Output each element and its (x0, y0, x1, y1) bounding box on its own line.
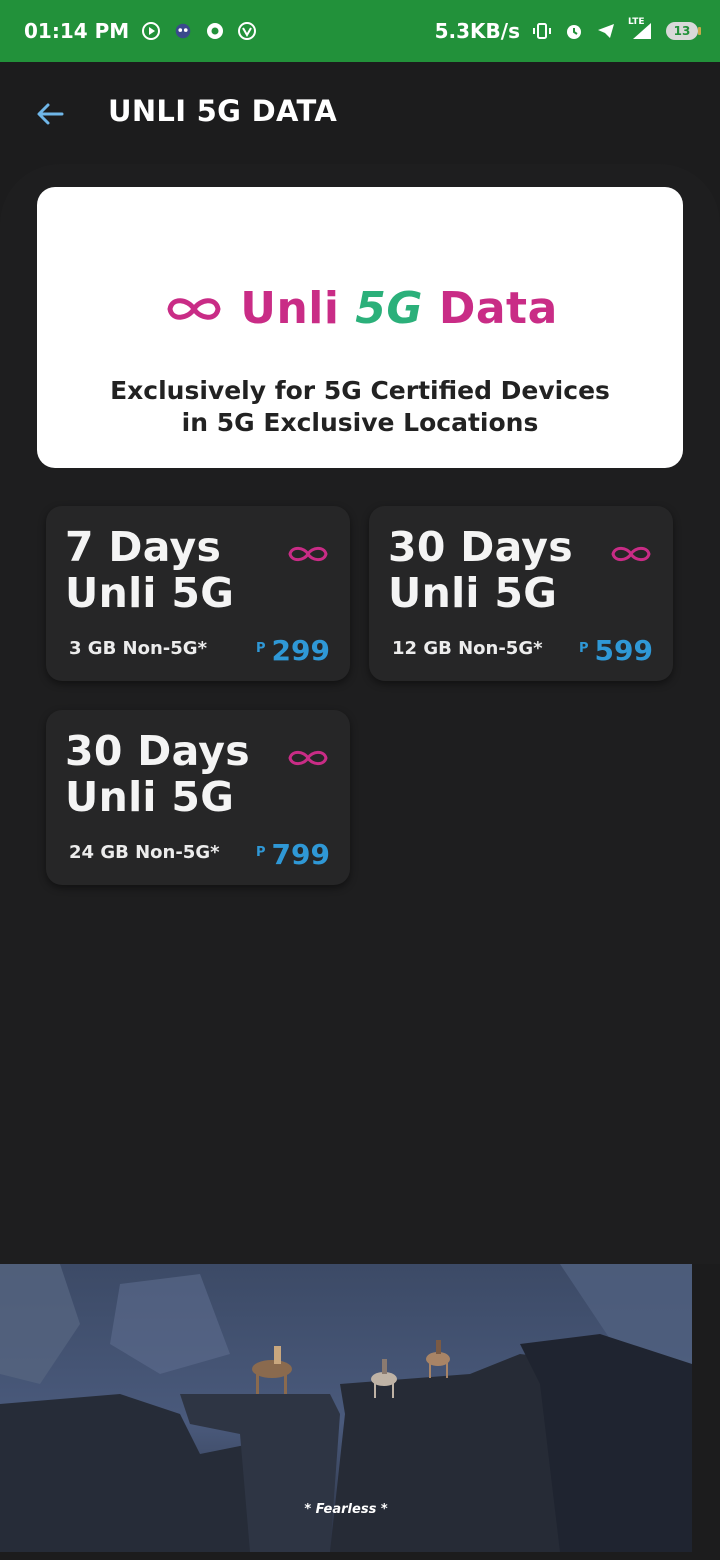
plan-duration: 30 Days (65, 727, 250, 775)
battery-level: 13 (673, 24, 691, 38)
banner-tagline: Exclusively for 5G Certified Devices in … (37, 375, 683, 439)
network-type: LTE (628, 17, 645, 27)
ad-banner[interactable]: * Fearless * (0, 1264, 692, 1552)
plan-currency: P (256, 845, 266, 860)
plan-duration: 7 Days (65, 523, 222, 571)
tagline-line-1: Exclusively for 5G Certified Devices (110, 376, 610, 405)
promo-banner: Unli 5G Data Exclusively for 5G Certifie… (37, 187, 683, 468)
plan-amount: 799 (271, 838, 330, 871)
plan-title: 30 Days Unli 5G (388, 524, 573, 616)
plan-card[interactable]: 30 Days Unli 5G 24 GB Non-5G* P 799 (46, 710, 350, 885)
logo-prefix: Unli (240, 283, 356, 334)
plan-price: P 299 (256, 634, 330, 667)
plan-currency: P (579, 641, 589, 656)
plan-price: P 599 (579, 634, 653, 667)
plan-duration: 30 Days (388, 523, 573, 571)
plan-quota: 3 GB Non-5G* (69, 638, 207, 659)
tagline-line-2: in 5G Exclusive Locations (181, 408, 539, 437)
status-right: 5.3KB/s LTE 13 (434, 17, 701, 43)
battery-icon: 13 (666, 22, 701, 40)
infinity-icon (611, 546, 651, 562)
alarm-icon (564, 21, 584, 41)
plan-card[interactable]: 7 Days Unli 5G 3 GB Non-5G* P 299 (46, 506, 350, 681)
logo-suffix: Data (423, 283, 558, 334)
arrow-left-icon (37, 103, 64, 125)
plan-currency: P (256, 641, 266, 656)
ad-caption: * Fearless * (304, 1502, 388, 1517)
shield-app-icon (237, 21, 257, 41)
game-app-icon (173, 21, 193, 41)
status-bar: 01:14 PM 5.3KB/s LTE 13 (0, 0, 720, 62)
plan-amount: 599 (594, 634, 653, 667)
plan-quota: 12 GB Non-5G* (392, 638, 543, 659)
banner-logo-text: Unli 5G Data (240, 283, 558, 334)
plan-title: 7 Days Unli 5G (65, 524, 234, 616)
infinity-icon (167, 297, 221, 320)
plan-name: Unli 5G (65, 569, 235, 617)
status-left: 01:14 PM (24, 19, 257, 43)
plan-amount: 299 (271, 634, 330, 667)
chrome-notification-icon (205, 21, 225, 41)
plan-title: 30 Days Unli 5G (65, 728, 250, 820)
signal-lte-icon: LTE (628, 17, 654, 41)
vibrate-icon (532, 21, 552, 41)
status-time: 01:14 PM (24, 19, 130, 43)
page-title: UNLI 5G DATA (108, 94, 338, 128)
telegram-icon (596, 21, 616, 41)
plan-quota: 24 GB Non-5G* (69, 842, 220, 863)
media-play-icon (141, 21, 161, 41)
plan-name: Unli 5G (388, 569, 558, 617)
network-speed: 5.3KB/s (434, 19, 520, 43)
infinity-icon (288, 750, 328, 766)
plan-price: P 799 (256, 838, 330, 871)
plan-name: Unli 5G (65, 773, 235, 821)
logo-5g: 5G (355, 283, 423, 334)
app-bar: UNLI 5G DATA (0, 62, 720, 164)
unli-5g-logo: Unli 5G Data (37, 283, 683, 334)
infinity-icon (288, 546, 328, 562)
back-button[interactable] (32, 96, 68, 132)
plan-card[interactable]: 30 Days Unli 5G 12 GB Non-5G* P 599 (369, 506, 673, 681)
